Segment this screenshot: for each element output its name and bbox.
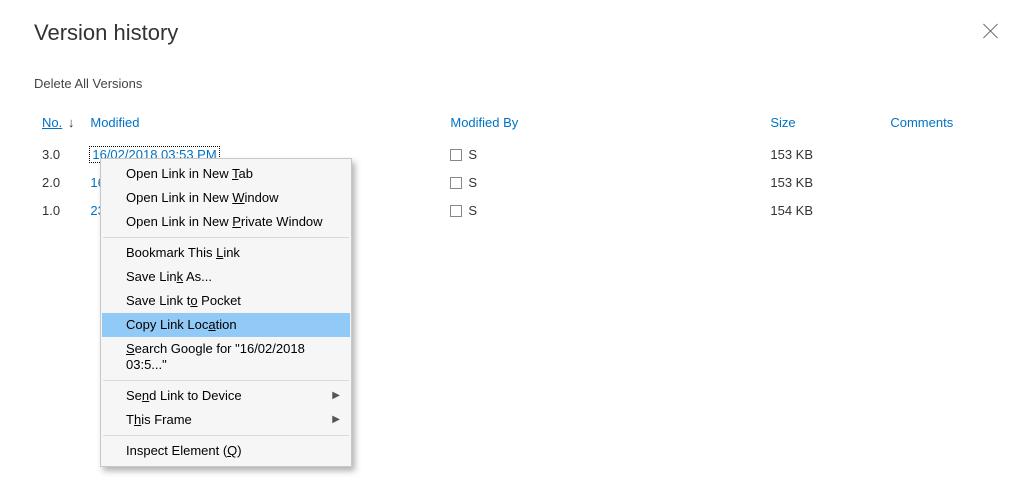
cell-size: 153 KB bbox=[762, 140, 882, 168]
ctx-bookmark-link[interactable]: Bookmark This Link bbox=[102, 241, 350, 265]
ctx-separator bbox=[103, 237, 349, 238]
cell-comments bbox=[882, 140, 988, 168]
cell-no: 1.0 bbox=[34, 196, 82, 224]
row-checkbox[interactable] bbox=[450, 177, 462, 189]
cell-no: 2.0 bbox=[34, 168, 82, 196]
ctx-this-frame[interactable]: This Frame ▶ bbox=[102, 408, 350, 432]
ctx-open-new-window[interactable]: Open Link in New Window bbox=[102, 186, 350, 210]
close-icon[interactable] bbox=[982, 22, 1000, 40]
chevron-right-icon: ▶ bbox=[332, 412, 340, 428]
cell-by: S bbox=[468, 203, 477, 218]
col-modified-header[interactable]: Modified bbox=[82, 111, 442, 140]
ctx-inspect-element[interactable]: Inspect Element (Q) bbox=[102, 439, 350, 463]
col-comments-header[interactable]: Comments bbox=[882, 111, 988, 140]
col-size-header[interactable]: Size bbox=[762, 111, 882, 140]
col-modifiedby-header[interactable]: Modified By bbox=[442, 111, 762, 140]
cell-comments bbox=[882, 168, 988, 196]
cell-comments bbox=[882, 196, 988, 224]
ctx-search-google[interactable]: Search Google for "16/02/2018 03:5..." bbox=[102, 337, 350, 377]
row-checkbox[interactable] bbox=[450, 149, 462, 161]
chevron-right-icon: ▶ bbox=[332, 388, 340, 404]
ctx-copy-link-location[interactable]: Copy Link Location bbox=[102, 313, 350, 337]
cell-by: S bbox=[468, 147, 477, 162]
ctx-save-to-pocket[interactable]: Save Link to Pocket bbox=[102, 289, 350, 313]
ctx-save-link-as[interactable]: Save Link As... bbox=[102, 265, 350, 289]
row-checkbox[interactable] bbox=[450, 205, 462, 217]
cell-size: 154 KB bbox=[762, 196, 882, 224]
context-menu: Open Link in New Tab Open Link in New Wi… bbox=[100, 158, 352, 467]
ctx-separator bbox=[103, 435, 349, 436]
delete-all-versions-link[interactable]: Delete All Versions bbox=[34, 76, 142, 91]
ctx-send-link-to-device[interactable]: Send Link to Device ▶ bbox=[102, 384, 350, 408]
cell-size: 153 KB bbox=[762, 168, 882, 196]
cell-by: S bbox=[468, 175, 477, 190]
ctx-open-private-window[interactable]: Open Link in New Private Window bbox=[102, 210, 350, 234]
cell-no: 3.0 bbox=[34, 140, 82, 168]
col-no-header[interactable]: No. bbox=[42, 115, 62, 130]
ctx-separator bbox=[103, 380, 349, 381]
sort-arrow-icon: ↓ bbox=[68, 115, 75, 130]
ctx-open-new-tab[interactable]: Open Link in New Tab bbox=[102, 162, 350, 186]
page-title: Version history bbox=[34, 20, 988, 46]
